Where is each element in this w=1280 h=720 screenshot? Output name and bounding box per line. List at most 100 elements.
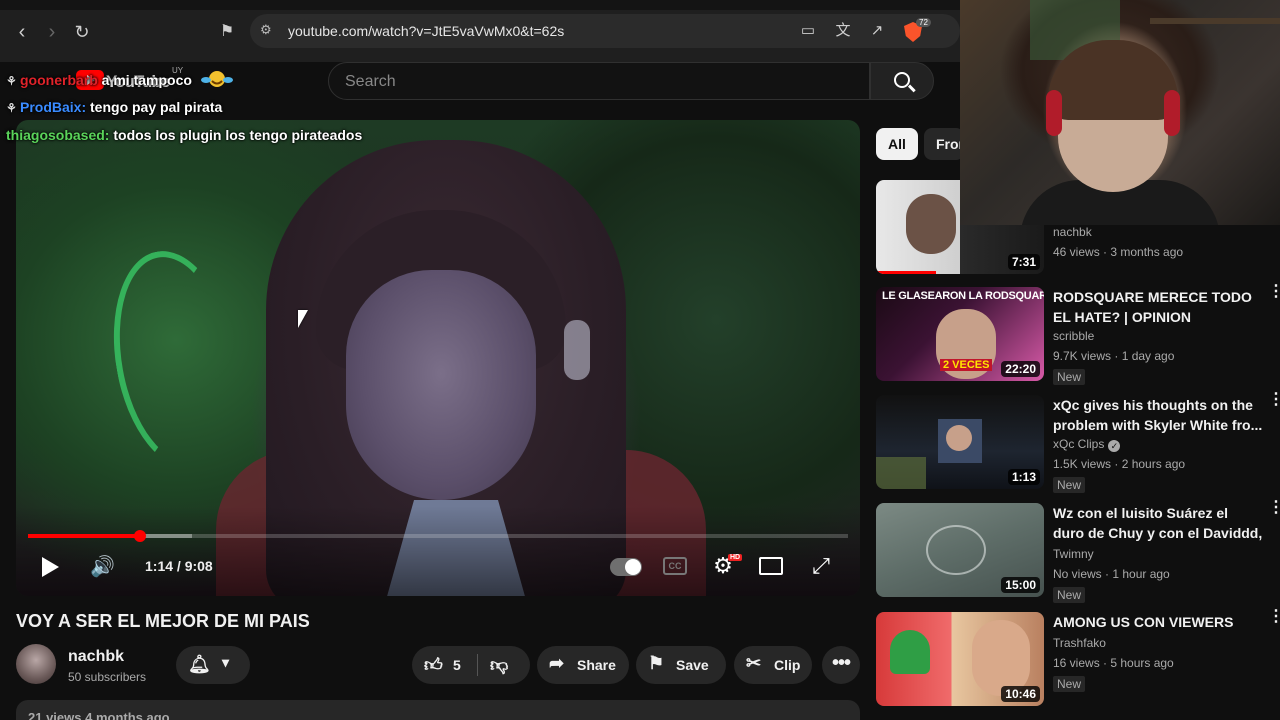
video-title[interactable]: xQc gives his thoughts on the problem wi… (1053, 395, 1263, 435)
watched-progress (876, 271, 936, 274)
video-title[interactable]: AMONG US CON VIEWERS (1053, 612, 1263, 632)
progress-bar[interactable] (28, 530, 848, 542)
chevron-down-icon: ▾ (222, 654, 230, 670)
thumbnail-scope (926, 525, 986, 575)
recommended-video[interactable]: 1:13 xQc gives his thoughts on the probl… (876, 392, 1280, 495)
new-badge: New (1053, 369, 1086, 385)
crying-laughing-emote-icon (200, 70, 234, 88)
streamer-face-scene (346, 270, 536, 500)
clip-button[interactable]: ✂ Clip (734, 646, 812, 684)
recommended-video[interactable]: LE GLASEARON LA RODSQUARE 2 VECES 22:20 … (876, 284, 1280, 387)
recommended-video[interactable]: 10:46 AMONG US CON VIEWERS Trashfako 16 … (876, 609, 1280, 712)
save-label: Save (676, 657, 709, 673)
more-actions-button[interactable]: ••• (822, 646, 860, 684)
video-duration: 10:46 (1001, 686, 1040, 702)
video-title[interactable]: RODSQUARE MERECE TODO EL HATE? | OPINION (1053, 287, 1263, 327)
video-thumbnail[interactable]: 10:46 (876, 612, 1044, 706)
thumbs-down-icon[interactable]: 👎︎ (490, 654, 508, 676)
channel-avatar[interactable] (16, 644, 56, 684)
ring-light-scene (97, 241, 255, 479)
video-duration: 15:00 (1001, 577, 1040, 593)
thumbnail-chat-panel (876, 457, 926, 489)
video-channel[interactable]: nachbk (1053, 225, 1092, 239)
verified-check-icon: ✓ (1108, 440, 1121, 452)
share-arrow-icon: ➦ (549, 653, 565, 673)
forward-icon[interactable]: › (40, 20, 64, 44)
chat-text: tengo pay pal pirata (90, 99, 223, 115)
video-meta: 1.5K views · 2 hours ago (1053, 457, 1186, 471)
chat-badge-icon: ⚘ (6, 101, 17, 115)
headphone-scene (1164, 90, 1180, 136)
clip-label: Clip (774, 657, 801, 673)
video-player[interactable]: 🔊 1:14 / 9:08 CC ⚙ HD ⤢ (16, 120, 860, 596)
site-info-icon[interactable]: ⚙ (260, 22, 276, 38)
chip-from[interactable]: From (924, 128, 964, 160)
save-button[interactable]: ⚑ Save (636, 646, 726, 684)
scrubber-handle[interactable] (133, 530, 146, 542)
address-bar[interactable]: ⚙ youtube.com/watch?v=JtE5vaVwMx0&t=62s (250, 14, 960, 48)
chip-all[interactable]: All (876, 128, 918, 160)
hd-badge: HD (728, 554, 743, 561)
wall-shelf-scene (1150, 18, 1280, 24)
captions-icon[interactable]: CC (663, 557, 687, 575)
like-count[interactable]: 5 (453, 657, 461, 673)
video-thumbnail[interactable]: 15:00 (876, 503, 1044, 597)
video-thumbnail[interactable]: 1:13 (876, 395, 1044, 489)
video-channel[interactable]: Trashfako (1053, 636, 1106, 650)
bookmark-save-icon: ⚑ (648, 653, 665, 673)
autoplay-toggle[interactable] (610, 558, 642, 576)
theater-mode-icon[interactable] (759, 557, 783, 575)
search-icon (894, 72, 910, 88)
chat-username: goonerbarb (20, 72, 98, 88)
share-button[interactable]: ➦ Share (537, 646, 629, 684)
reload-icon[interactable]: ↻ (70, 20, 94, 44)
chat-message: ⚘ ProdBaix: tengo pay pal pirata (6, 98, 426, 126)
video-duration: 22:20 (1001, 361, 1040, 377)
video-channel[interactable]: xQc Clips (1053, 437, 1104, 451)
back-icon[interactable]: ‹ (10, 20, 34, 44)
chat-message: thiagosobased: todos los plugin los teng… (6, 126, 426, 154)
cast-icon[interactable]: ▭ (798, 21, 818, 41)
more-vertical-icon[interactable]: ⋮ (1268, 609, 1280, 625)
video-title[interactable]: Wz con el luisito Suárez el duro de Chuy… (1053, 503, 1263, 543)
chat-badge-icon: ⚘ (6, 74, 17, 88)
controls-gradient (16, 506, 860, 596)
video-channel[interactable]: scribble (1053, 329, 1094, 343)
video-meta: 16 views · 5 hours ago (1053, 656, 1174, 670)
translate-icon[interactable]: 文 (833, 21, 853, 41)
video-duration: 7:31 (1007, 254, 1040, 270)
more-vertical-icon[interactable]: ⋮ (1268, 500, 1280, 516)
new-badge: New (1053, 676, 1086, 692)
thumbnail-caption: LE GLASEARON LA RODSQUARE (882, 290, 1044, 302)
new-badge: New (1053, 477, 1086, 493)
recommended-video[interactable]: 15:00 Wz con el luisito Suárez el duro d… (876, 500, 1280, 603)
bookmark-icon[interactable]: ⚑ (215, 20, 239, 44)
more-vertical-icon[interactable]: ⋮ (1268, 284, 1280, 300)
fullscreen-icon[interactable]: ⤢ (809, 554, 833, 578)
subscriber-count: 50 subscribers (68, 670, 147, 684)
channel-name[interactable]: nachbk (68, 648, 124, 666)
divider (477, 654, 478, 676)
chat-message: ⚘ goonerbarb a mi tampoco (6, 70, 426, 98)
video-meta: 9.7K views · 1 day ago (1053, 349, 1175, 363)
video-channel[interactable]: Twimny (1053, 547, 1094, 561)
url-text[interactable]: youtube.com/watch?v=JtE5vaVwMx0&t=62s (288, 23, 564, 39)
share-page-icon[interactable]: ↗ (867, 21, 887, 41)
notifications-button[interactable]: 🔔︎ ▾ (176, 646, 250, 684)
thumbnail-person (946, 425, 972, 451)
video-duration: 1:13 (1007, 469, 1040, 485)
headphone-scene (1046, 90, 1062, 136)
more-vertical-icon[interactable]: ⋮ (1268, 392, 1280, 408)
time-display: 1:14 / 9:08 (145, 558, 213, 574)
video-thumbnail[interactable]: LE GLASEARON LA RODSQUARE 2 VECES 22:20 (876, 287, 1044, 381)
volume-icon[interactable]: 🔊 (90, 554, 116, 580)
search-button[interactable] (870, 62, 934, 100)
play-icon[interactable] (40, 554, 60, 580)
video-channel-line[interactable]: xQc Clips ✓ (1053, 437, 1121, 452)
scissors-icon: ✂ (746, 653, 762, 673)
progress-played (28, 534, 140, 538)
thumbnail-person (972, 620, 1030, 696)
share-label: Share (577, 657, 616, 673)
headphone-scene (564, 320, 590, 380)
video-meta: No views · 1 hour ago (1053, 567, 1170, 581)
